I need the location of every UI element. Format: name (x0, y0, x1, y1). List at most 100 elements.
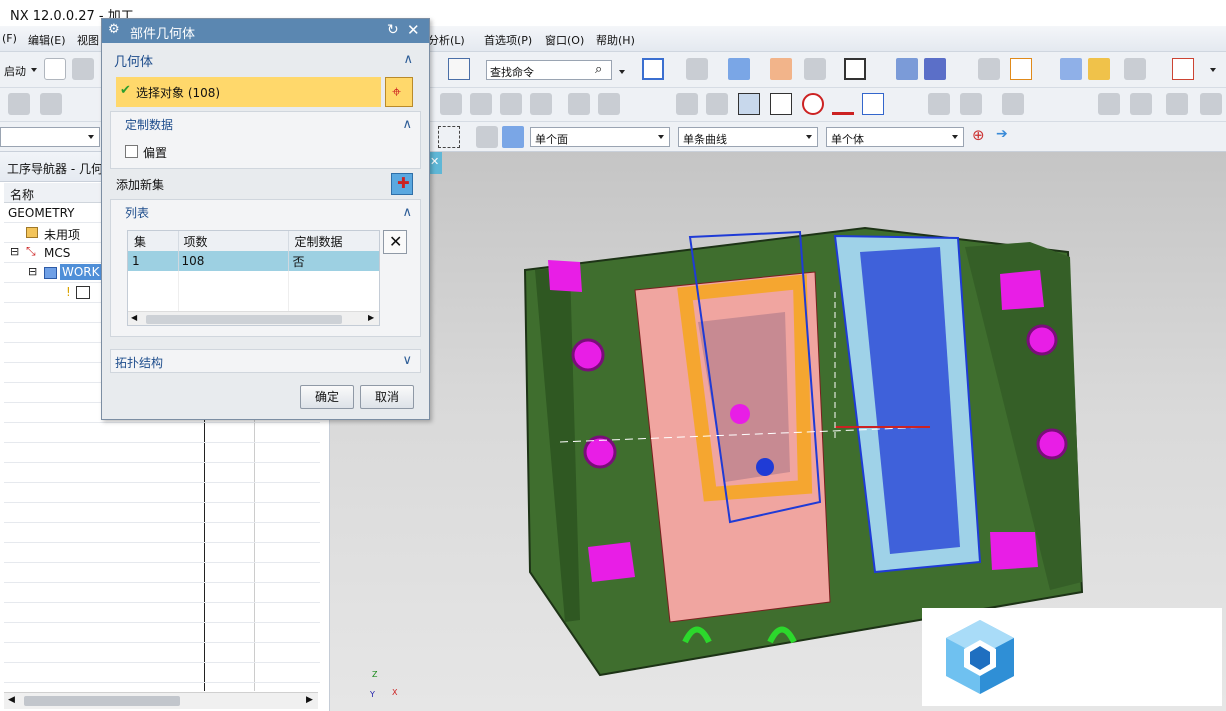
command-search-input[interactable]: 查找命令 ⌕ (486, 60, 612, 80)
shop-doc-icon[interactable] (598, 93, 620, 115)
chevron-down-icon[interactable] (31, 68, 37, 72)
dimension-icon[interactable] (1010, 58, 1032, 80)
dialog-titlebar[interactable]: ⚙ 部件几何体 ↻ ✕ (102, 19, 429, 43)
select-face-icon[interactable] (476, 126, 498, 148)
custom-data-title: 定制数据 (125, 118, 174, 132)
tree-row (4, 443, 320, 463)
sync-icon[interactable] (1098, 93, 1120, 115)
verify-path-icon[interactable] (500, 93, 522, 115)
display-edges-icon[interactable] (738, 93, 760, 115)
select-rectangle-icon[interactable] (438, 126, 460, 148)
arrow-right-icon[interactable]: ➔ (996, 126, 1018, 148)
menu-edit[interactable]: 编辑(E) (28, 32, 66, 48)
add-new-set-button[interactable]: ✚ (391, 173, 413, 195)
gear-icon: ⚙ (108, 22, 120, 37)
crosshair-icon: ⌖ (392, 82, 402, 101)
create-program-icon[interactable] (8, 93, 30, 115)
select-object-button[interactable]: ⌖ (385, 77, 413, 107)
remove-set-button[interactable]: ✕ (383, 230, 407, 254)
horizontal-scrollbar[interactable]: ◀ ▶ (4, 692, 318, 709)
menu-analysis[interactable]: 分析(L) (428, 32, 465, 48)
close-icon[interactable]: ✕ (430, 155, 439, 168)
feature-icon[interactable] (928, 93, 950, 115)
type-filter-select[interactable] (0, 127, 100, 147)
start-menu[interactable]: 启动 (4, 63, 26, 79)
scroll-left-icon[interactable]: ◀ (131, 313, 137, 322)
measure-icon[interactable] (1060, 58, 1082, 80)
menu-help[interactable]: 帮助(H) (596, 32, 635, 48)
simulate-icon[interactable] (530, 93, 552, 115)
edit-object-icon[interactable] (676, 93, 698, 115)
reset-icon[interactable]: ↻ (387, 22, 399, 38)
layer-icon[interactable] (770, 58, 792, 80)
collapse-icon[interactable]: ⊟ (28, 265, 37, 278)
geometry-section-header[interactable]: 几何体 ∧ (110, 47, 421, 71)
collapse-icon[interactable]: ⊟ (10, 245, 19, 258)
shaded-view-icon[interactable] (686, 58, 708, 80)
search-icon[interactable]: ⌕ (595, 62, 602, 77)
scrollbar-thumb[interactable] (24, 696, 180, 706)
scrollbar-thumb[interactable] (146, 315, 342, 324)
wcs-icon[interactable] (978, 58, 1000, 80)
chevron-up-icon[interactable]: ∧ (403, 52, 413, 67)
chevron-down-icon[interactable]: ∨ (402, 353, 412, 368)
body-rule-select[interactable]: 单个体 (826, 127, 964, 147)
chevron-up-icon[interactable]: ∧ (402, 117, 412, 132)
transform-icon[interactable] (706, 93, 728, 115)
face-rule-select[interactable]: 单个面 (530, 127, 670, 147)
cancel-button[interactable]: 取消 (360, 385, 414, 409)
display-hidden-icon[interactable] (770, 93, 792, 115)
operation-icon[interactable] (440, 93, 462, 115)
snap-icon[interactable] (1124, 58, 1146, 80)
background-icon[interactable] (844, 58, 866, 80)
select-body-icon[interactable] (502, 126, 524, 148)
tree-node-label: GEOMETRY (8, 206, 75, 220)
table-row[interactable]: 1 108 否 (128, 251, 379, 271)
offset-checkbox[interactable] (125, 145, 138, 158)
open-file-icon[interactable] (72, 58, 94, 80)
menu-window[interactable]: 窗口(O) (545, 32, 584, 48)
hide-icon[interactable] (804, 58, 826, 80)
table-scrollbar[interactable]: ◀ ▶ (128, 311, 379, 325)
chevron-down-icon[interactable] (619, 70, 625, 74)
add-new-set-label: 添加新集 (116, 178, 165, 192)
sync2-icon[interactable] (1130, 93, 1152, 115)
menu-view[interactable]: 视图 (77, 32, 99, 48)
curve-icon[interactable] (832, 93, 854, 115)
chevron-down-icon[interactable] (1210, 68, 1216, 72)
section-view-icon[interactable] (896, 58, 918, 80)
chevron-up-icon[interactable]: ∧ (402, 205, 412, 220)
menu-preferences[interactable]: 首选项(P) (484, 32, 532, 48)
palette-icon[interactable] (1088, 58, 1110, 80)
fit-view-icon[interactable] (642, 58, 664, 80)
generate-path-icon[interactable] (470, 93, 492, 115)
cell-custom: 否 (292, 254, 305, 269)
ok-button[interactable]: 确定 (300, 385, 354, 409)
sync4-icon[interactable] (1200, 93, 1222, 115)
feature2-icon[interactable] (960, 93, 982, 115)
close-icon[interactable]: ✕ (407, 21, 420, 39)
menu-file[interactable]: (F) (2, 32, 17, 45)
command-finder-icon[interactable] (448, 58, 470, 80)
cube-view-icon[interactable] (728, 58, 750, 80)
snap-point-icon[interactable]: ⊕ (972, 126, 994, 148)
view-triad[interactable]: Z X Y (370, 670, 400, 700)
scroll-left-icon[interactable]: ◀ (8, 695, 15, 705)
body-rule-value: 单个体 (831, 133, 864, 146)
point-icon[interactable] (802, 93, 824, 115)
scroll-right-icon[interactable]: ▶ (368, 313, 374, 322)
info-icon[interactable] (862, 93, 884, 115)
create-tool-icon[interactable] (40, 93, 62, 115)
scroll-right-icon[interactable]: ▶ (306, 695, 313, 705)
watermark-logo (922, 608, 1222, 706)
new-file-icon[interactable] (44, 58, 66, 80)
move-view-icon[interactable] (924, 58, 946, 80)
feature3-icon[interactable] (1002, 93, 1024, 115)
sync3-icon[interactable] (1166, 93, 1188, 115)
grid-icon[interactable] (1172, 58, 1194, 80)
postprocess-icon[interactable] (568, 93, 590, 115)
delete-icon: ✕ (389, 232, 403, 251)
topology-section[interactable]: 拓扑结构 ∨ (110, 349, 421, 373)
curve-rule-select[interactable]: 单条曲线 (678, 127, 818, 147)
select-object-row[interactable]: ✔ 选择对象 (108) (116, 77, 381, 107)
